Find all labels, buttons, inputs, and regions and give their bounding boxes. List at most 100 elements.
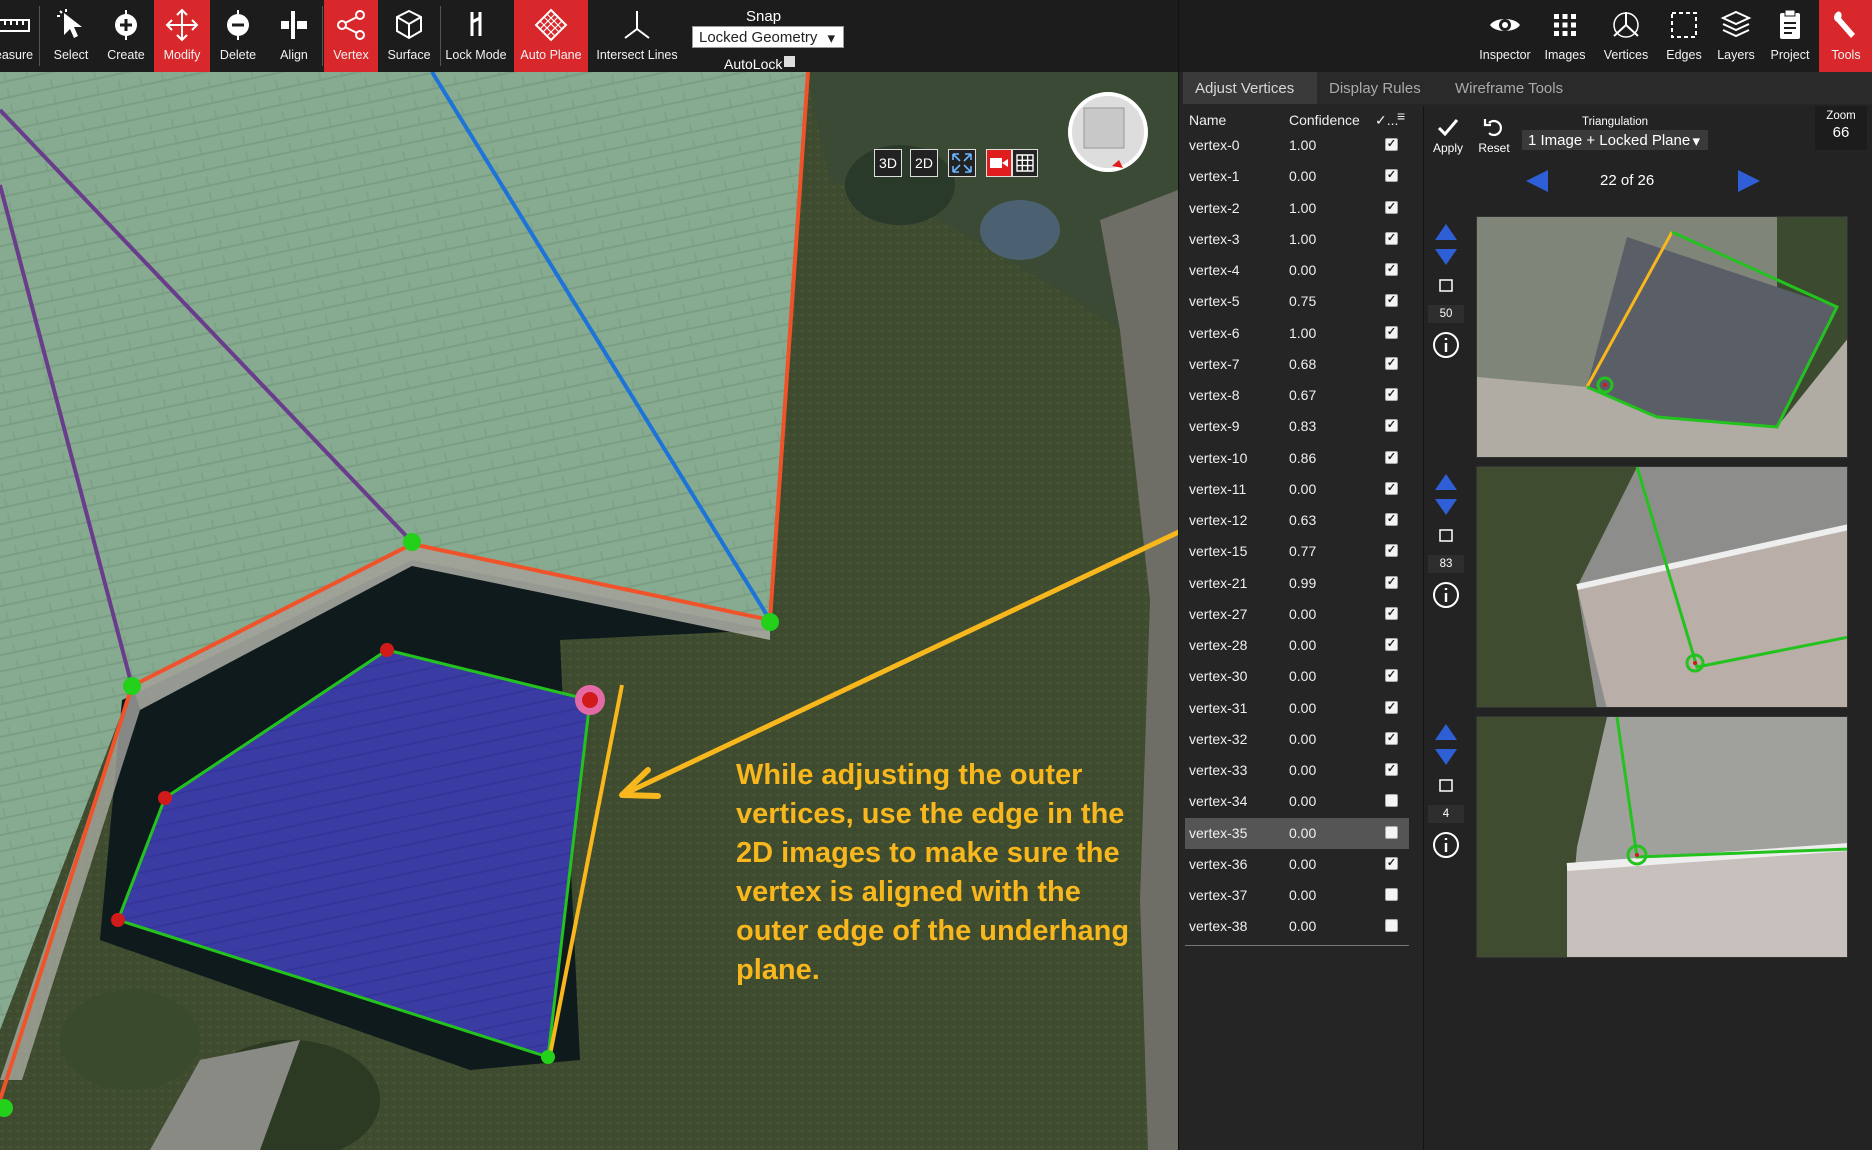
selected-vertex[interactable] [582,692,598,708]
info-icon[interactable] [1432,831,1460,859]
reset-button[interactable]: Reset [1474,116,1514,155]
vertex-point[interactable] [541,1050,555,1064]
vertex-checkbox[interactable]: ✓ [1385,731,1398,745]
tab-wireframe-tools[interactable]: Wireframe Tools [1443,72,1583,104]
table-row[interactable]: vertex-36 0.00 ✓ [1185,849,1409,880]
vertex-point[interactable] [380,643,394,657]
table-row[interactable]: vertex-32 0.00 ✓ [1185,724,1409,755]
tool-project[interactable]: Project [1763,0,1817,72]
tool-vertex[interactable]: Vertex [324,0,378,72]
tool-images[interactable]: Images [1537,0,1593,72]
vertex-checkbox[interactable]: ✓ [1385,169,1398,183]
vertex-checkbox[interactable] [1385,794,1398,808]
vertex-checkbox[interactable] [1385,919,1398,933]
info-icon[interactable] [1432,331,1460,359]
triangulation-select[interactable]: 1 Image + Locked Plane ▾ [1522,130,1708,150]
tool-create[interactable]: Create [100,0,152,72]
table-row[interactable]: vertex-15 0.77 ✓ [1185,536,1409,567]
vertex-checkbox[interactable]: ✓ [1385,638,1398,651]
vertex-checkbox[interactable]: ✓ [1385,669,1398,683]
tool-auto-plane[interactable]: Auto Plane [514,0,588,72]
zoom-control[interactable]: Zoom 66 [1815,106,1867,150]
table-row[interactable]: vertex-3 1.00 ✓ [1185,224,1409,255]
image-thumbnail[interactable] [1476,216,1848,458]
table-row[interactable]: vertex-30 0.00 ✓ [1185,661,1409,692]
move-down-icon[interactable] [1433,247,1459,267]
vertex-checkbox[interactable]: ✓ [1385,544,1398,558]
vertex-point[interactable] [158,791,172,805]
table-row[interactable]: vertex-1 0.00 ✓ [1185,161,1409,192]
nav-cube[interactable] [1083,107,1125,149]
tool-delete[interactable]: Delete [212,0,264,72]
info-icon[interactable] [1432,581,1460,609]
tool-intersect-lines[interactable]: Intersect Lines [594,0,680,72]
table-row[interactable]: vertex-12 0.63 ✓ [1185,505,1409,536]
vertex-checkbox[interactable]: ✓ [1385,450,1398,464]
view-2d-button[interactable]: 2D [910,149,938,177]
tab-display-rules[interactable]: Display Rules [1317,72,1439,104]
vertex-checkbox[interactable]: ✓ [1385,231,1398,245]
tool-modify[interactable]: Modify [154,0,210,72]
autolock-checkbox[interactable] [784,56,796,67]
vertex-checkbox[interactable]: ✓ [1385,481,1398,495]
image-thumbnail[interactable] [1476,466,1848,708]
tool-align[interactable]: Align [268,0,320,72]
record-camera-button[interactable] [986,149,1012,177]
view-3d-button[interactable]: 3D [874,149,902,177]
vertex-checkbox[interactable]: ✓ [1385,356,1398,370]
move-down-icon[interactable] [1433,747,1459,767]
move-up-icon[interactable] [1433,472,1459,492]
move-up-icon[interactable] [1433,222,1459,242]
table-row[interactable]: vertex-10 0.86 ✓ [1185,443,1409,474]
vertex-checkbox[interactable]: ✓ [1385,419,1398,433]
fit-view-button[interactable] [948,149,976,177]
previous-image-icon[interactable] [1524,168,1550,194]
table-row[interactable]: vertex-35 0.00 [1185,817,1409,849]
table-row[interactable]: vertex-28 0.00 ✓ [1185,630,1409,661]
column-header-name[interactable]: Name [1189,112,1226,128]
grid-view-button[interactable] [1012,149,1038,177]
tool-surface[interactable]: Surface [382,0,436,72]
table-row[interactable]: vertex-31 0.00 ✓ [1185,693,1409,724]
autolock-toggle[interactable]: AutoLock [724,56,796,72]
table-row[interactable]: vertex-4 0.00 ✓ [1185,255,1409,286]
table-row[interactable]: vertex-9 0.83 ✓ [1185,411,1409,442]
column-header-confidence[interactable]: Confidence [1289,112,1360,128]
tool-tools[interactable]: Tools [1819,0,1872,72]
zoom-value[interactable]: 66 [1815,124,1867,141]
apply-button[interactable]: Apply [1428,116,1468,155]
tool-measure[interactable]: easure [0,0,34,72]
column-menu-icon[interactable]: ≡ [1397,108,1405,124]
tool-lock-mode[interactable]: Lock Mode [444,0,508,72]
vertex-checkbox[interactable]: ✓ [1385,575,1398,589]
vertex-point[interactable] [123,677,141,695]
table-row[interactable]: vertex-38 0.00 [1185,911,1409,942]
tab-adjust-vertices[interactable]: Adjust Vertices [1183,72,1317,104]
table-row[interactable]: vertex-8 0.67 ✓ [1185,380,1409,411]
vertex-checkbox[interactable]: ✓ [1385,513,1398,526]
move-down-icon[interactable] [1433,497,1459,517]
table-row[interactable]: vertex-5 0.75 ✓ [1185,286,1409,317]
vertex-point[interactable] [761,613,779,631]
column-header-check[interactable]: ✓... [1375,112,1398,129]
tool-select[interactable]: Select [44,0,98,72]
vertex-checkbox[interactable]: ✓ [1385,856,1398,870]
table-row[interactable]: vertex-27 0.00 ✓ [1185,599,1409,630]
vertex-checkbox[interactable]: ✓ [1385,200,1398,214]
table-row[interactable]: vertex-34 0.00 [1185,786,1409,817]
tool-edges[interactable]: Edges [1659,0,1709,72]
tool-layers[interactable]: Layers [1711,0,1761,72]
vertex-checkbox[interactable]: ✓ [1385,700,1398,714]
table-row[interactable]: vertex-0 1.00 ✓ [1185,130,1409,161]
table-row[interactable]: vertex-2 1.00 ✓ [1185,193,1409,224]
table-row[interactable]: vertex-6 1.00 ✓ [1185,318,1409,349]
frame-select-icon[interactable] [1438,528,1454,544]
vertex-checkbox[interactable]: ✓ [1385,325,1398,339]
vertex-point[interactable] [111,913,125,927]
vertex-checkbox[interactable]: ✓ [1385,763,1398,776]
vertex-checkbox[interactable] [1385,888,1398,901]
vertex-checkbox[interactable]: ✓ [1385,388,1398,401]
frame-select-icon[interactable] [1438,278,1454,294]
vertex-point[interactable] [403,533,421,551]
vertex-checkbox[interactable]: ✓ [1385,294,1398,308]
